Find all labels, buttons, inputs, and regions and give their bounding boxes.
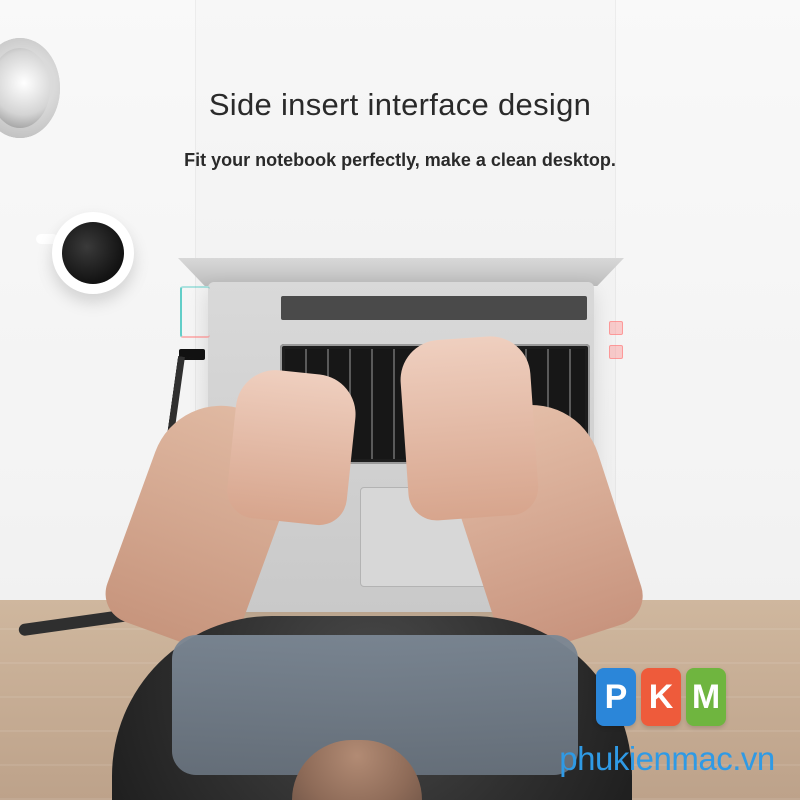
right-port-highlight-bottom [609,345,623,359]
right-port-highlight-top [609,321,623,335]
left-port-highlight [180,286,210,338]
logo-letter-p: P [596,668,636,726]
headline: Side insert interface design [208,87,592,122]
coffee-cup [52,212,134,294]
site-name: phukienmac.vn [559,740,775,777]
product-photo: Side insert interface design Fit your no… [0,0,800,800]
logo-letter-k: K [641,668,681,726]
brand-logo: P K M [596,668,728,728]
right-hand [397,333,541,523]
left-hand [224,366,360,528]
subheadline: Fit your notebook perfectly, make a clea… [184,150,616,170]
logo-letter-m: M [686,668,726,726]
speaker-vent [281,296,587,320]
